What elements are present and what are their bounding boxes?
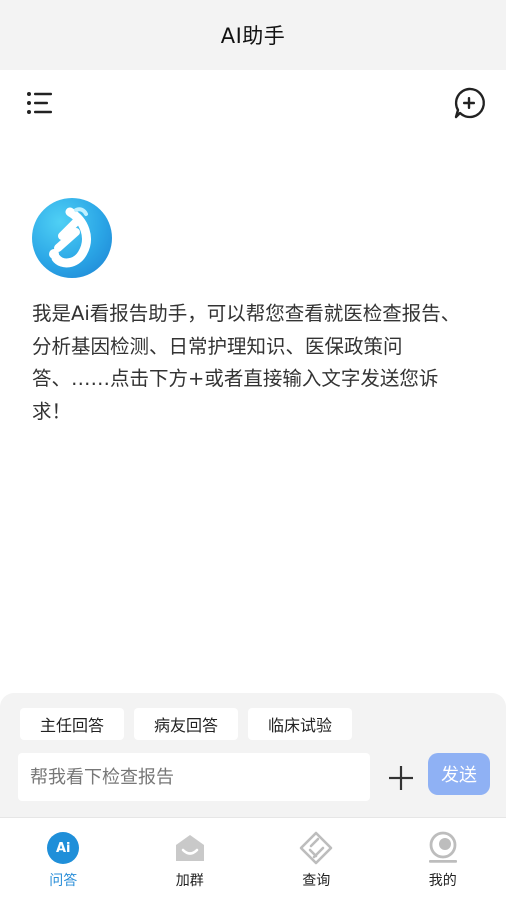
tab-mine[interactable]: 我的 xyxy=(380,818,506,900)
tab-query-label: 查询 xyxy=(302,873,331,889)
tab-query[interactable]: 查询 xyxy=(253,818,380,900)
composer-panel: 主任回答 病友回答 临床试验 发送 xyxy=(0,693,506,817)
chip-patient-answer[interactable]: 病友回答 xyxy=(134,708,239,740)
message-input[interactable] xyxy=(18,753,370,801)
bottom-tab-bar: Ai 问答 加群 查询 我的 xyxy=(0,817,506,900)
title-bar: AI助手 xyxy=(0,0,506,70)
ai-chat-icon: Ai xyxy=(45,830,81,866)
chip-director-answer[interactable]: 主任回答 xyxy=(20,708,125,740)
page-title: AI助手 xyxy=(220,24,286,48)
search-diamond-icon xyxy=(298,830,334,866)
quick-reply-chips: 主任回答 病友回答 临床试验 xyxy=(20,708,353,740)
list-menu-icon[interactable] xyxy=(24,88,56,118)
plus-icon[interactable] xyxy=(386,763,416,793)
tab-qa-label: 问答 xyxy=(49,873,78,889)
profile-icon xyxy=(425,830,461,866)
tab-join-group-label: 加群 xyxy=(175,873,204,889)
chat-plus-icon[interactable] xyxy=(452,86,486,120)
group-house-icon xyxy=(172,830,208,866)
ai-badge: Ai xyxy=(47,832,80,864)
toolbar xyxy=(0,70,506,134)
assistant-intro-text: 我是Ai看报告助手，可以帮您查看就医检查报告、分析基因检测、日常护理知识、医保政… xyxy=(32,302,461,423)
tab-join-group[interactable]: 加群 xyxy=(127,818,254,900)
send-button[interactable]: 发送 xyxy=(428,753,490,795)
assistant-logo-icon xyxy=(32,198,112,278)
tab-mine-label: 我的 xyxy=(428,873,457,889)
tab-qa[interactable]: Ai 问答 xyxy=(0,818,127,900)
chip-clinical-trial[interactable]: 临床试验 xyxy=(248,708,353,740)
